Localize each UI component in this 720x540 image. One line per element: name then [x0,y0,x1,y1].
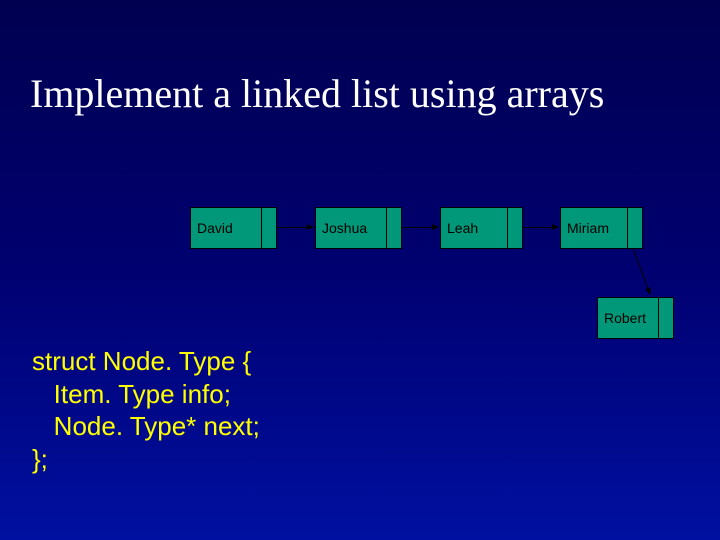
code-line: Node. Type* next; [32,411,260,441]
arrow-icon [401,227,438,228]
node-pointer-icon [507,208,522,248]
arrow-icon [522,227,558,228]
node-leah: Leah [440,207,523,249]
code-line: }; [32,444,48,474]
node-label: Leah [441,208,507,248]
node-pointer-icon [386,208,401,248]
node-joshua: Joshua [315,207,402,249]
code-line: Item. Type info; [32,379,231,409]
arrow-icon [630,246,680,301]
code-block: struct Node. Type { Item. Type info; Nod… [32,345,260,475]
node-pointer-icon [261,208,276,248]
node-pointer-icon [627,208,642,248]
arrow-icon [276,227,313,228]
page-title: Implement a linked list using arrays [30,70,604,117]
node-pointer-icon [658,298,673,338]
node-label: Miriam [561,208,627,248]
node-label: Robert [598,298,658,338]
node-label: David [191,208,261,248]
node-david: David [190,207,277,249]
node-label: Joshua [316,208,386,248]
code-line: struct Node. Type { [32,346,251,376]
node-miriam: Miriam [560,207,643,249]
node-robert: Robert [597,297,674,339]
